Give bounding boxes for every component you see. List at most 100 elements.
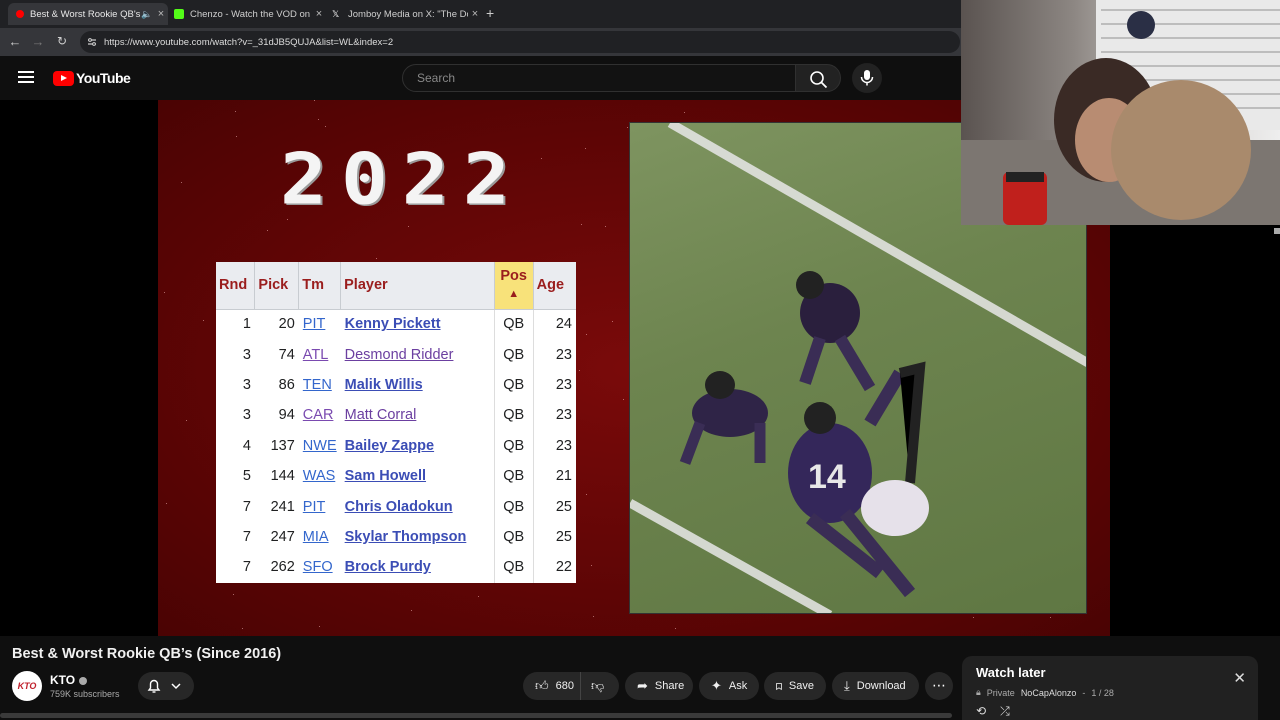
jersey-number: 14 [808,458,846,496]
playlist-title[interactable]: Watch later [976,665,1046,680]
cell-player-link[interactable]: Bailey Zappe [341,431,495,461]
cell-team-link[interactable]: WAS [299,461,341,491]
col-header-pos[interactable]: Pos ▲ [494,262,534,310]
voice-search-button[interactable] [852,63,882,93]
shuffle-icon[interactable]: ⤮ [1000,704,1010,719]
share-label: Share [654,680,685,692]
verified-icon [79,676,88,685]
cell-pos: QB [493,400,534,431]
cell-team-link[interactable]: PIT [299,309,341,339]
cell-player-link[interactable]: Brock Purdy [341,552,495,582]
channel-avatar[interactable]: KTO [12,671,42,701]
video-title: Best & Worst Rookie QB’s (Since 2016) [12,646,282,662]
close-icon[interactable]: ✕ [1233,669,1246,687]
table-row: 1 20 PIT Kenny Pickett QB 24 [216,309,576,340]
background-speck [267,230,268,231]
cell-player-link[interactable]: Malik Willis [341,370,495,400]
download-button[interactable]: ⤓ Download [832,672,919,700]
back-icon[interactable]: ← [7,34,23,49]
cell-age: 25 [555,498,572,515]
ask-label: Ask [728,680,748,692]
cell-team-link[interactable]: ATL [299,339,341,369]
cell-team-link[interactable]: MIA [299,522,341,552]
loop-icon[interactable]: ⟲ [976,704,986,719]
cell-pos: QB [493,309,534,340]
background-speck [314,100,315,101]
url-field[interactable]: https://www.youtube.com/watch?v=_31dJB5Q… [80,31,960,53]
save-button[interactable]: Save [764,672,826,700]
share-button[interactable]: ➦ Share [625,672,693,700]
like-button[interactable]: 👍︎ 680 [523,672,581,700]
cell-team-link[interactable]: TEN [299,370,341,400]
cell-rnd: 5 [242,468,251,485]
table-row: 4 137 NWE Bailey Zappe QB 23 [216,430,576,461]
x-icon: 𝕏 [332,9,340,19]
youtube-masthead: YouTube Search [0,56,960,100]
cell-rnd: 4 [242,437,251,454]
browser-tab[interactable]: 𝕏 Jomboy Media on X: "The Dodg × [324,3,482,25]
cell-age: 23 [555,407,572,424]
playlist-owner[interactable]: NoCapAlonzo [1021,688,1077,698]
cell-pos: QB [493,521,534,553]
cell-age: 23 [555,346,572,363]
youtube-logo[interactable]: YouTube [53,70,131,86]
forward-icon[interactable]: → [30,34,46,49]
background-speck [186,420,187,421]
col-header-player[interactable]: Player [340,262,495,310]
reload-icon[interactable]: ↻ [54,34,70,48]
youtube-icon [16,10,24,18]
cell-player-link[interactable]: Matt Corral [341,400,495,430]
background-speck [166,503,167,504]
background-speck [541,158,542,159]
col-header-rnd[interactable]: Rnd [216,262,256,310]
col-header-age[interactable]: Age [533,262,576,310]
background-speck [1050,617,1051,618]
search-icon [810,71,828,89]
cell-player-link[interactable]: Sam Howell [341,461,495,491]
more-actions-button[interactable]: ⋯ [925,672,953,700]
speaker-icon[interactable]: 🔈 [140,9,154,20]
notifications-button[interactable] [138,672,194,700]
tab-title: Chenzo - Watch the VOD on Ki [190,8,312,20]
col-header-pick[interactable]: Pick [254,262,300,310]
background-speck [586,494,587,495]
search-input[interactable]: Search [402,64,796,92]
cell-player-link[interactable]: Chris Oladokun [341,491,495,521]
cell-pos: QB [493,491,534,522]
browser-tab[interactable]: Chenzo - Watch the VOD on Ki × [166,3,326,25]
table-row: 7 262 SFO Brock Purdy QB 22 [216,552,576,583]
dislike-button[interactable]: 👎︎ [581,672,619,700]
site-settings-icon[interactable] [87,37,97,47]
cell-player-link[interactable]: Desmond Ridder [341,339,495,369]
cell-player-link[interactable]: Skylar Thompson [341,522,495,552]
thumbs-up-icon: 👍︎ [535,678,549,693]
browser-tab-active[interactable]: Best & Worst Rookie QB's ( 🔈 × [8,3,168,25]
table-row: 7 241 PIT Chris Oladokun QB 25 [216,491,576,522]
background-speck [408,226,409,227]
close-tab-icon[interactable]: × [468,8,482,20]
hamburger-menu-icon[interactable] [18,71,34,83]
cell-team-link[interactable]: PIT [299,491,341,521]
cell-rnd: 7 [242,559,251,576]
search-button[interactable] [795,64,841,92]
channel-name-text: KTO [50,673,76,687]
watch-later-panel: Watch later 🔒︎ Private NoCapAlonzo - 1 /… [962,656,1258,720]
cell-rnd: 7 [242,528,251,545]
new-tab-button[interactable]: + [486,5,494,21]
background-speck [164,292,165,293]
url-text: https://www.youtube.com/watch?v=_31dJB5Q… [104,36,394,48]
cell-team-link[interactable]: NWE [299,431,341,461]
background-speck [586,334,587,335]
cell-team-link[interactable]: CAR [299,400,341,430]
table-row: 3 86 TEN Malik Willis QB 23 [216,369,576,401]
cell-age: 23 [555,437,572,454]
background-speck [233,594,234,595]
cell-team-link[interactable]: SFO [299,552,341,582]
channel-name[interactable]: KTO [50,673,88,687]
cell-player-link[interactable]: Kenny Pickett [341,309,495,339]
col-header-tm[interactable]: Tm [298,262,342,310]
scrollbar-arrow[interactable] [1274,228,1280,234]
ask-button[interactable]: ✦ Ask [699,672,759,700]
background-speck [684,112,685,113]
save-label: Save [788,680,814,692]
